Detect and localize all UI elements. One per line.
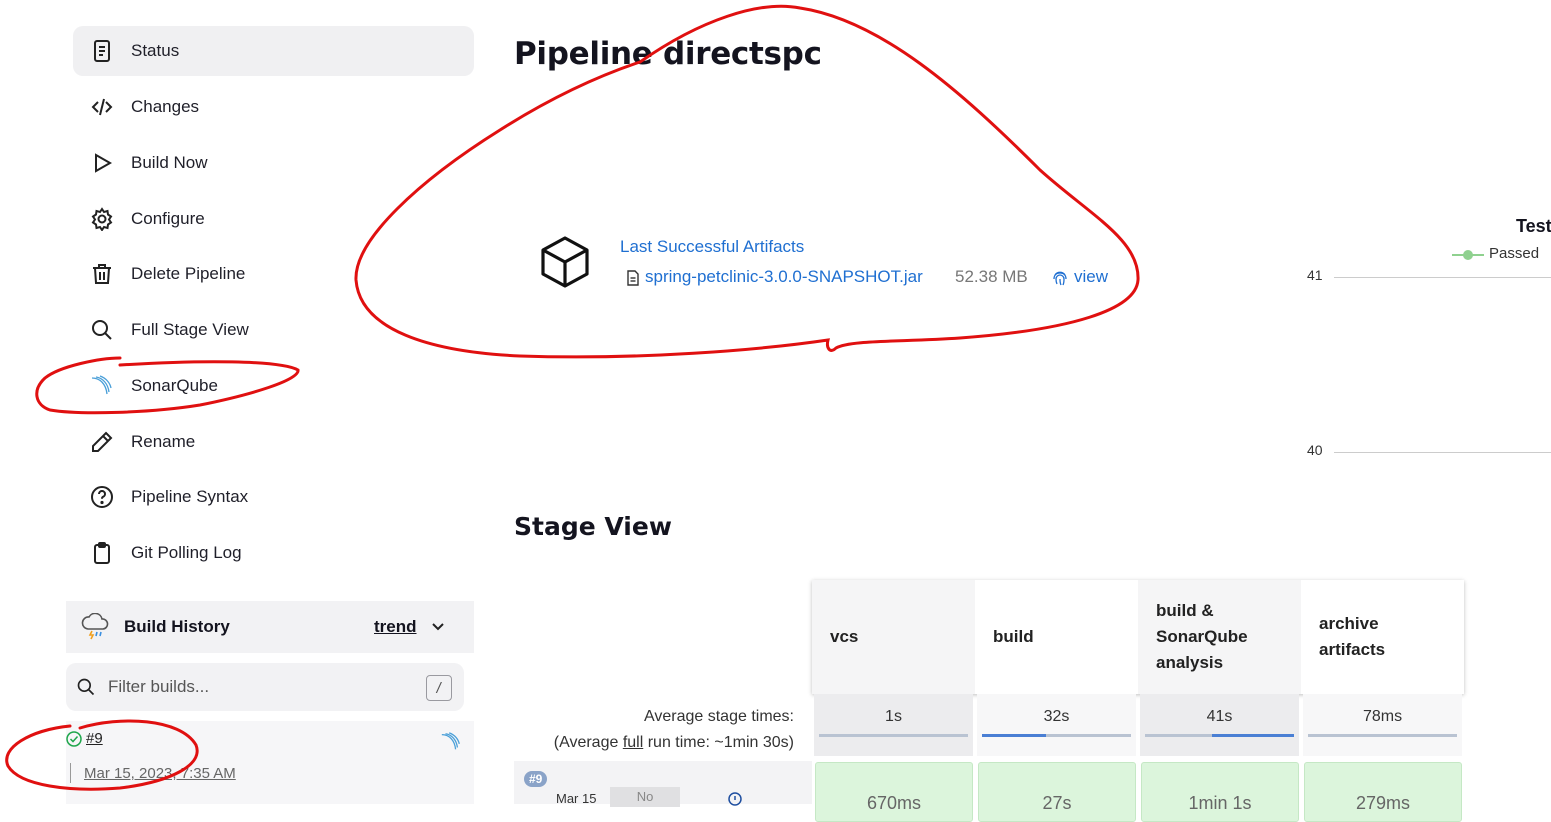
avg-full-link[interactable]: full <box>623 734 643 751</box>
search-icon <box>66 677 106 697</box>
avg-cell-archive: 78ms <box>1303 694 1462 756</box>
avg-bar <box>982 734 1131 737</box>
run-badge[interactable]: #9 <box>524 771 548 787</box>
avg-run-suffix: run time: ~1min 30s) <box>643 734 794 751</box>
keyboard-shortcut-hint: / <box>426 675 452 701</box>
avg-bar-fill <box>1212 734 1294 737</box>
weather-icon <box>66 613 124 641</box>
sidebar-item-pipeline-syntax[interactable]: Pipeline Syntax <box>73 472 474 522</box>
avg-bar <box>1145 734 1294 737</box>
avg-time: 78ms <box>1362 708 1403 725</box>
sidebar-item-sonarqube[interactable]: SonarQube <box>73 361 474 411</box>
build-number-link[interactable]: #9 <box>86 730 103 747</box>
filter-builds-input[interactable] <box>106 676 410 698</box>
run-cell-archive[interactable]: 279ms <box>1304 762 1462 822</box>
sidebar-item-status[interactable]: Status <box>73 26 474 76</box>
sidebar-item-label: Status <box>131 41 180 60</box>
last-successful-artifacts-link[interactable]: Last Successful Artifacts <box>620 237 804 257</box>
stage-name: archive artifacts <box>1319 614 1386 659</box>
avg-cell-vcs: 1s <box>814 694 973 756</box>
run-changes-badge[interactable]: No <box>610 787 680 807</box>
gear-icon <box>73 207 131 231</box>
filter-builds-box: / <box>66 663 464 711</box>
sidebar-item-delete-pipeline[interactable]: Delete Pipeline <box>73 249 474 299</box>
sonarqube-icon[interactable] <box>440 731 462 758</box>
legend-passed-marker <box>1452 248 1484 267</box>
avg-bar-fill <box>982 734 1047 737</box>
stage-header-sonarqube: build & SonarQube analysis <box>1138 580 1301 694</box>
stage-header-build: build <box>975 580 1138 694</box>
avg-time: 32s <box>1043 708 1070 725</box>
sidebar-item-changes[interactable]: Changes <box>73 82 474 132</box>
gridline <box>1334 452 1551 453</box>
success-icon <box>66 731 82 752</box>
sonarqube-icon <box>73 374 131 398</box>
stage-header-archive: archive artifacts <box>1301 580 1464 694</box>
run-cell-sonarqube[interactable]: 1min 1s <box>1141 762 1299 822</box>
sidebar-item-label: Delete Pipeline <box>131 264 246 283</box>
search-icon <box>73 318 131 342</box>
sidebar-item-label: Rename <box>131 432 196 451</box>
sidebar-item-label: Pipeline Syntax <box>131 487 249 506</box>
sidebar-item-label: SonarQube <box>131 376 218 395</box>
page-title: Pipeline directspc <box>514 36 822 72</box>
avg-bar <box>819 734 968 737</box>
trend-link[interactable]: trend <box>374 617 417 637</box>
y-tick-label: 40 <box>1307 442 1323 458</box>
artifact-file-size: 52.38 MB <box>955 267 1028 286</box>
legend-passed-label: Passed <box>1489 245 1540 262</box>
timeline-line <box>70 763 71 783</box>
sidebar-item-configure[interactable]: Configure <box>73 194 474 244</box>
chevron-down-icon[interactable] <box>430 618 446 639</box>
stage-header-vcs: vcs <box>812 580 975 694</box>
run-time: 1min 1s <box>1188 793 1252 813</box>
sidebar-item-label: Git Polling Log <box>131 543 242 562</box>
sidebar-item-label: Build Now <box>131 153 208 172</box>
y-tick-label: 41 <box>1307 267 1323 283</box>
avg-time: 1s <box>885 708 902 725</box>
sidebar-item-rename[interactable]: Rename <box>73 417 474 467</box>
stage-name: build <box>993 627 1034 646</box>
document-icon <box>73 39 131 63</box>
run-time: 27s <box>1042 793 1072 813</box>
clipboard-icon <box>73 541 131 565</box>
info-icon[interactable] <box>728 792 742 811</box>
avg-run-prefix: (Average <box>553 734 623 751</box>
build-history-title: Build History <box>124 617 230 636</box>
run-cell-build[interactable]: 27s <box>978 762 1136 822</box>
build-history-item[interactable]: #9 Mar 15, 2023, 7:35 AM <box>66 721 474 804</box>
trash-icon <box>73 262 131 286</box>
avg-time: 41s <box>1206 708 1233 725</box>
run-time: 279ms <box>1355 793 1411 813</box>
chart-title: Test <box>1516 216 1551 236</box>
pencil-icon <box>73 430 131 454</box>
sidebar-item-label: Changes <box>131 97 200 116</box>
artifact-file-link[interactable]: spring-petclinic-3.0.0-SNAPSHOT.jar <box>645 267 923 287</box>
avg-stage-times-label: Average stage times: <box>643 708 794 725</box>
gridline <box>1334 277 1551 278</box>
run-time: 670ms <box>866 793 922 813</box>
build-history-header: Build History trend <box>66 601 474 653</box>
fingerprint-icon <box>1051 269 1069 292</box>
sidebar-item-build-now[interactable]: Build Now <box>73 138 474 188</box>
package-icon <box>538 234 592 295</box>
play-icon <box>73 151 131 175</box>
stage-name: build & SonarQube analysis <box>1156 601 1248 672</box>
stage-view-title: Stage View <box>514 512 672 541</box>
avg-run-time-label: (Average full run time: ~1min 30s) <box>514 734 794 752</box>
avg-bar <box>1308 734 1457 737</box>
avg-cell-build: 32s <box>977 694 1136 756</box>
stage-name: vcs <box>830 627 859 646</box>
code-icon <box>73 95 131 119</box>
sidebar-item-label: Full Stage View <box>131 320 249 339</box>
help-icon <box>73 485 131 509</box>
avg-cell-sonarqube: 41s <box>1140 694 1299 756</box>
sidebar-item-full-stage-view[interactable]: Full Stage View <box>73 305 474 355</box>
run-cell-vcs[interactable]: 670ms <box>815 762 973 822</box>
file-icon <box>626 270 640 291</box>
artifact-view-link[interactable]: view <box>1074 267 1108 287</box>
sidebar-item-git-polling-log[interactable]: Git Polling Log <box>73 528 474 578</box>
build-date-link[interactable]: Mar 15, 2023, 7:35 AM <box>84 765 236 782</box>
sidebar-item-label: Configure <box>131 209 205 228</box>
